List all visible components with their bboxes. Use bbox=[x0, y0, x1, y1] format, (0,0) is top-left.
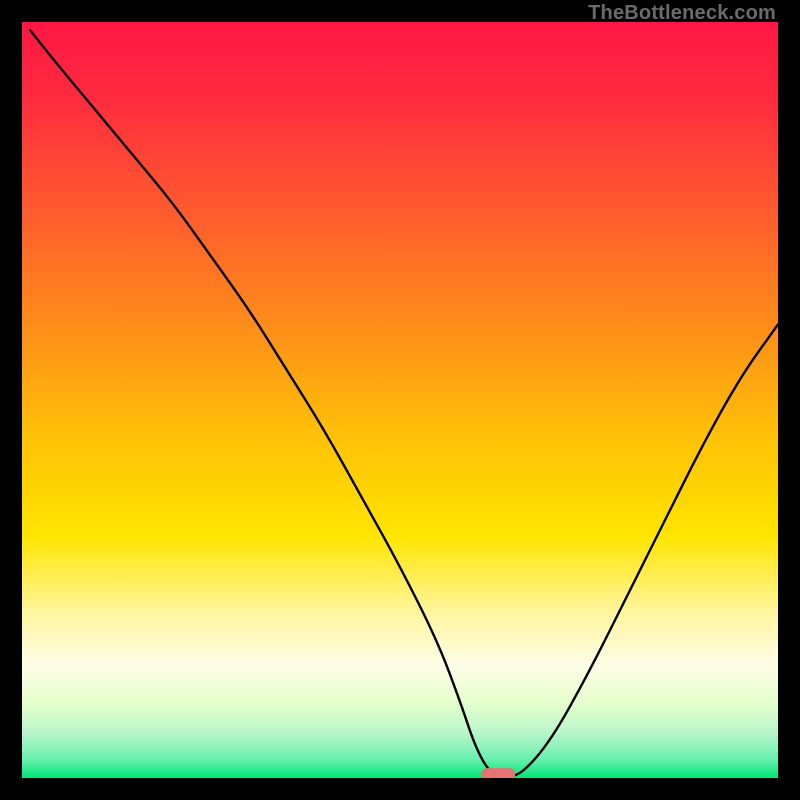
chart-frame bbox=[22, 22, 778, 778]
optimal-marker bbox=[481, 768, 515, 778]
chart-svg bbox=[22, 22, 778, 778]
watermark-text: TheBottleneck.com bbox=[588, 2, 776, 25]
gradient-background bbox=[22, 22, 778, 778]
